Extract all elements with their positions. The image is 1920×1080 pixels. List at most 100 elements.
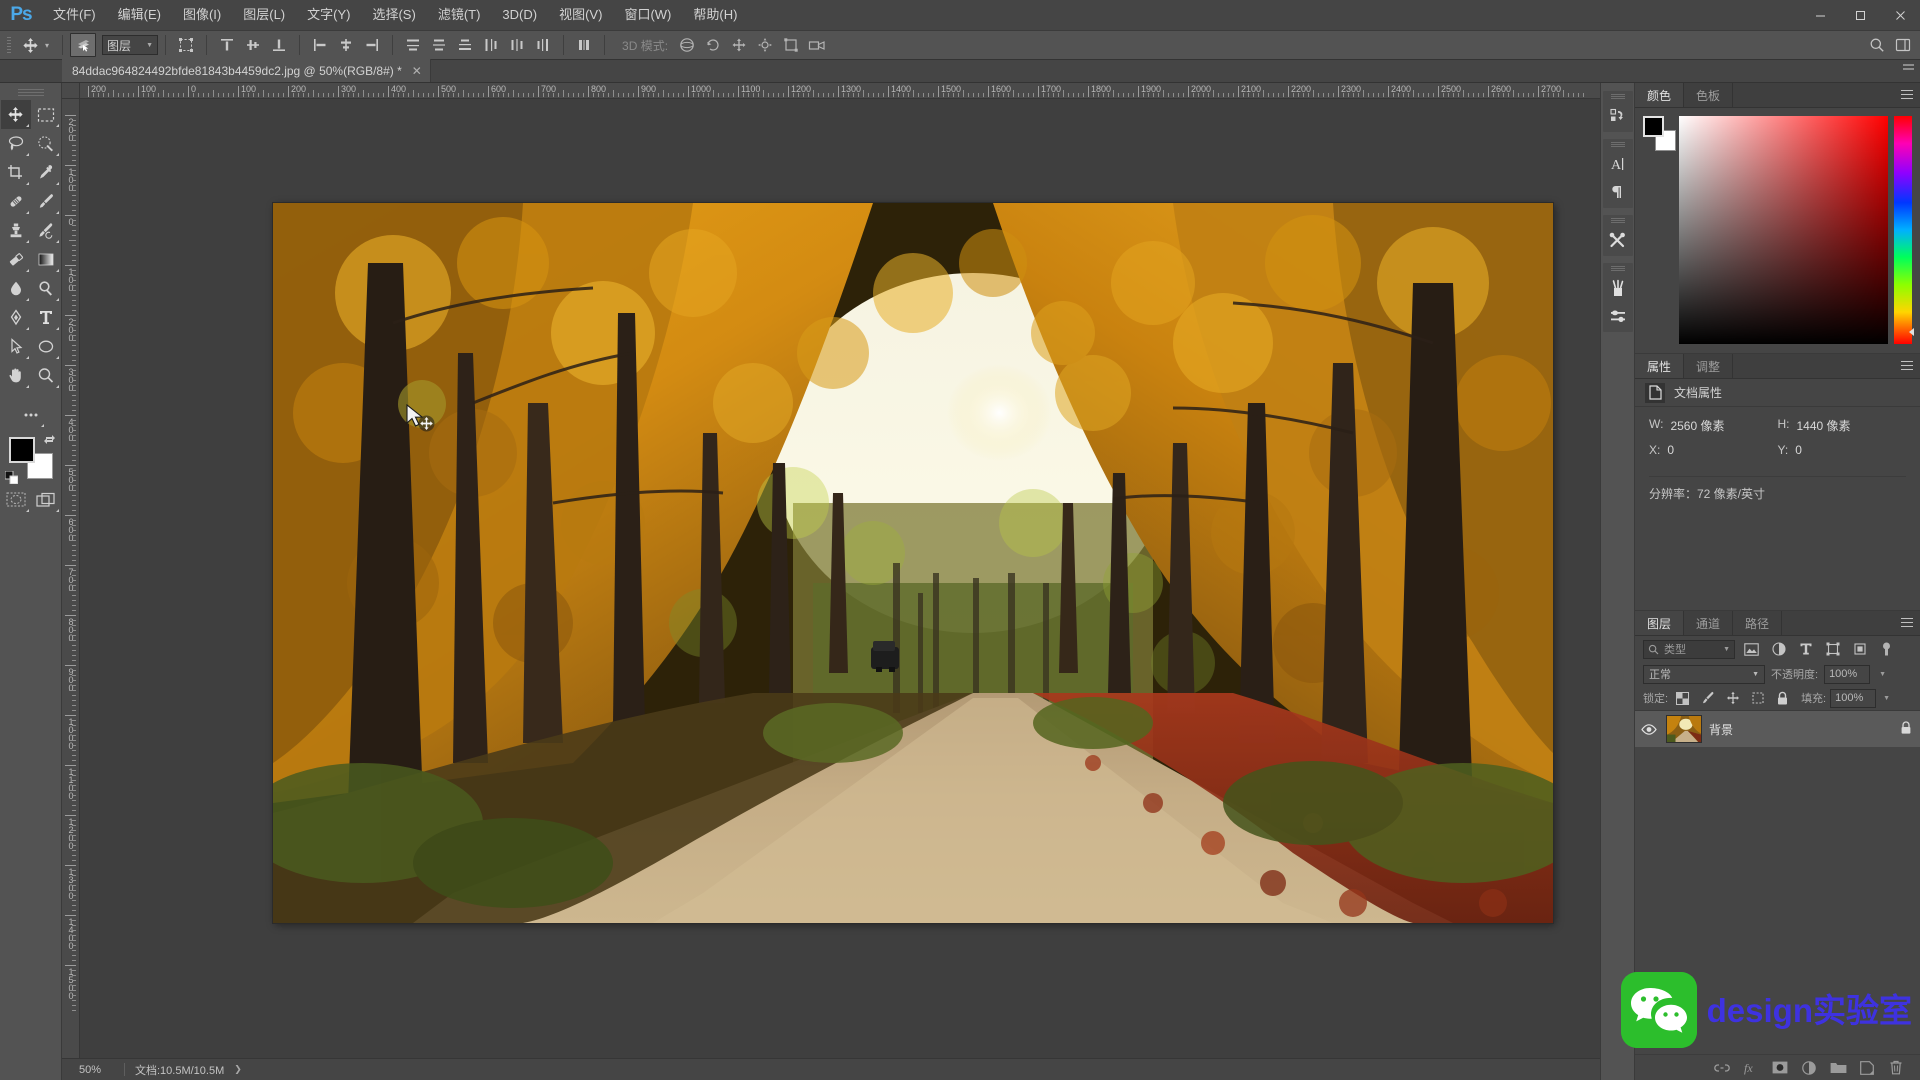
workspace-switcher-icon[interactable] [1890, 33, 1916, 57]
lock-position-icon[interactable] [1722, 688, 1743, 708]
filter-toggle-icon[interactable] [1876, 639, 1897, 660]
link-layers-button[interactable] [1710, 1056, 1734, 1080]
align-bottom-edges-button[interactable] [266, 33, 292, 57]
menu-3d[interactable]: 3D(D) [491, 0, 548, 30]
tool-eyedropper[interactable] [31, 158, 61, 187]
current-tool-move-icon[interactable] [16, 33, 44, 57]
ruler-corner[interactable] [62, 83, 80, 99]
paragraph-panel-icon[interactable] [1603, 178, 1633, 206]
foreground-color-swatch[interactable] [8, 437, 35, 463]
field-y[interactable]: Y: 0 [1778, 443, 1907, 457]
align-vertical-centers-button[interactable] [240, 33, 266, 57]
layer-mask-button[interactable] [1768, 1056, 1792, 1080]
tab-color[interactable]: 颜色 [1635, 83, 1685, 107]
tool-ellipse-shape[interactable] [31, 332, 61, 361]
panel-menu-icon[interactable] [1901, 361, 1913, 373]
filter-smart-object-icon[interactable] [1849, 639, 1870, 660]
layer-name[interactable]: 背景 [1709, 721, 1893, 738]
tab-channels[interactable]: 通道 [1684, 611, 1734, 635]
brush-presets-icon[interactable] [1603, 274, 1633, 302]
maximize-button[interactable] [1840, 0, 1880, 30]
document-image[interactable] [273, 203, 1553, 923]
tools-panel-grip[interactable] [17, 87, 44, 97]
tool-lasso[interactable] [1, 129, 31, 158]
3d-roll-icon[interactable] [700, 33, 726, 57]
3d-slide-icon[interactable] [752, 33, 778, 57]
lock-transparent-pixels-icon[interactable] [1672, 688, 1693, 708]
menu-window[interactable]: 窗口(W) [613, 0, 682, 30]
menu-layer[interactable]: 图层(L) [232, 0, 296, 30]
tool-spot-healing-brush[interactable] [1, 187, 31, 216]
tab-paths[interactable]: 路径 [1733, 611, 1783, 635]
swap-colors-icon[interactable] [43, 433, 56, 449]
close-button[interactable] [1880, 0, 1920, 30]
status-bar-menu-arrow-icon[interactable]: ❯ [234, 1064, 242, 1075]
tool-horizontal-type[interactable] [31, 303, 61, 332]
menu-file[interactable]: 文件(F) [42, 0, 107, 30]
rail-grip[interactable] [1610, 94, 1625, 100]
blend-mode-dropdown[interactable]: 正常 ▼ [1643, 664, 1765, 684]
tool-brush[interactable] [31, 187, 61, 216]
color-field[interactable] [1679, 116, 1888, 344]
adjustment-layer-button[interactable] [1797, 1056, 1821, 1080]
tab-properties[interactable]: 属性 [1635, 354, 1685, 378]
distribute-horizontal-centers-button[interactable] [504, 33, 530, 57]
align-horizontal-centers-button[interactable] [333, 33, 359, 57]
3d-camera-icon[interactable] [804, 33, 830, 57]
layer-visibility-eye-icon[interactable] [1639, 723, 1659, 735]
tool-eraser[interactable] [1, 245, 31, 274]
3d-orbit-icon[interactable] [674, 33, 700, 57]
distribute-top-edges-button[interactable] [400, 33, 426, 57]
tool-clone-stamp[interactable] [1, 216, 31, 245]
fill-stepper-icon[interactable]: ▼ [1880, 695, 1890, 702]
options-bar-grip[interactable] [4, 35, 14, 55]
tool-hand[interactable] [1, 361, 31, 390]
filter-adjustment-icon[interactable] [1768, 639, 1789, 660]
distribute-left-edges-button[interactable] [478, 33, 504, 57]
arrange-documents-icon[interactable] [1903, 64, 1914, 78]
zoom-level[interactable]: 50% [62, 1064, 124, 1076]
layer-row-background[interactable]: 背景 [1635, 711, 1920, 747]
distribute-bottom-edges-button[interactable] [452, 33, 478, 57]
screen-mode-toggle-button[interactable] [31, 485, 61, 514]
tool-move[interactable] [0, 100, 31, 129]
filter-type-icon[interactable] [1795, 639, 1816, 660]
lock-all-icon[interactable] [1772, 688, 1793, 708]
tool-dodge[interactable] [31, 274, 61, 303]
canvas-viewport[interactable] [80, 99, 1600, 1058]
panel-menu-icon[interactable] [1901, 90, 1913, 102]
tool-presets-icon[interactable] [1603, 226, 1633, 254]
vertical-ruler[interactable]: 2001000100200300400500600700800900100011… [62, 99, 80, 1058]
minimize-button[interactable] [1800, 0, 1840, 30]
hue-strip[interactable] [1894, 116, 1914, 344]
menu-select[interactable]: 选择(S) [361, 0, 426, 30]
tab-adjustments[interactable]: 调整 [1684, 354, 1734, 378]
field-x[interactable]: X: 0 [1649, 443, 1778, 457]
filter-shape-icon[interactable] [1822, 639, 1843, 660]
tool-zoom[interactable] [31, 361, 61, 390]
tab-swatches[interactable]: 色板 [1684, 83, 1734, 107]
align-top-edges-button[interactable] [214, 33, 240, 57]
layer-filter-dropdown[interactable]: 类型 ▼ [1643, 639, 1735, 659]
search-icon[interactable] [1864, 33, 1890, 57]
character-panel-icon[interactable]: A [1603, 150, 1633, 178]
opacity-stepper-icon[interactable]: ▼ [1876, 671, 1886, 678]
show-transform-controls-checkbox[interactable] [173, 33, 199, 57]
document-tab[interactable]: 84ddac964824492bfde81843b4459dc2.jpg @ 5… [62, 59, 431, 82]
default-colors-icon[interactable] [4, 470, 18, 485]
tool-rectangular-marquee[interactable] [31, 100, 61, 129]
field-height[interactable]: H: 1440 像素 [1778, 417, 1907, 434]
rail-grip[interactable] [1610, 266, 1625, 272]
auto-select-checkbox[interactable] [70, 33, 97, 57]
menu-view[interactable]: 视图(V) [548, 0, 613, 30]
3d-scale-icon[interactable] [778, 33, 804, 57]
fill-input[interactable]: 100% [1830, 688, 1877, 708]
3d-pan-icon[interactable] [726, 33, 752, 57]
tab-layers[interactable]: 图层 [1635, 611, 1685, 635]
tool-gradient[interactable] [31, 245, 61, 274]
lock-artboard-icon[interactable] [1747, 688, 1768, 708]
tool-blur[interactable] [1, 274, 31, 303]
tool-history-brush[interactable] [31, 216, 61, 245]
rail-grip[interactable] [1610, 218, 1625, 224]
menu-image[interactable]: 图像(I) [172, 0, 232, 30]
